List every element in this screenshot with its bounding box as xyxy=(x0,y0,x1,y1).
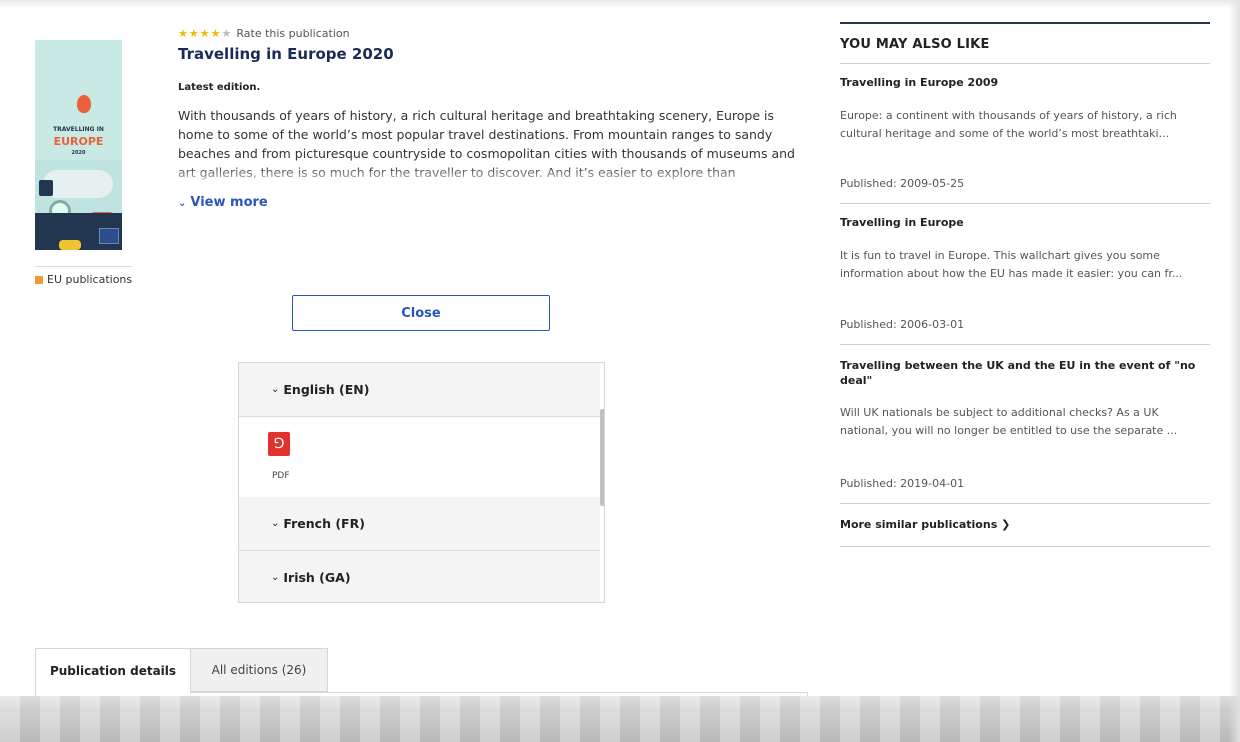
publication-page: TRAVELLING IN EUROPE 2020 EU publication… xyxy=(0,0,1240,742)
star-filled-icon[interactable]: ★ xyxy=(189,27,199,40)
star-filled-icon[interactable]: ★ xyxy=(178,27,188,40)
cloud-shape xyxy=(43,170,113,198)
pdf-icon[interactable]: ⅁ xyxy=(268,432,290,456)
format-label[interactable]: PDF xyxy=(272,471,290,481)
category-tag[interactable]: EU publications xyxy=(35,273,132,286)
tab-all-editions[interactable]: All editions (26) xyxy=(190,648,328,692)
category-label: EU publications xyxy=(47,273,133,286)
chevron-right-icon: ❯ xyxy=(1001,518,1011,531)
sidebar-divider xyxy=(840,63,1210,64)
rating[interactable]: ★ ★ ★ ★ ★ Rate this publication xyxy=(178,27,350,40)
related-item-date: Published: 2009-05-25 xyxy=(840,177,965,190)
suitcase-icon xyxy=(39,180,53,196)
publication-cover-image[interactable]: TRAVELLING IN EUROPE 2020 xyxy=(35,40,122,250)
page-title: Travelling in Europe 2020 xyxy=(178,45,394,63)
balloon-icon xyxy=(77,95,91,113)
edition-label: Latest edition. xyxy=(178,82,261,93)
related-item-title[interactable]: Travelling between the UK and the EU in … xyxy=(840,358,1210,388)
sidebar-divider xyxy=(840,503,1210,504)
language-label: French (FR) xyxy=(283,516,365,531)
tab-publication-details[interactable]: Publication details xyxy=(35,648,191,693)
language-item-en[interactable]: ⌄ English (EN) xyxy=(239,363,601,416)
star-filled-icon[interactable]: ★ xyxy=(211,27,221,40)
chevron-down-icon: ⌄ xyxy=(271,572,280,583)
cover-title-line2: EUROPE xyxy=(53,135,104,148)
star-filled-icon[interactable]: ★ xyxy=(200,27,210,40)
related-item-description: Europe: a continent with thousands of ye… xyxy=(840,109,1177,140)
star-empty-icon[interactable]: ★ xyxy=(222,27,232,40)
language-item-ga[interactable]: ⌄ Irish (GA) xyxy=(239,551,601,602)
chevron-down-icon: ⌄ xyxy=(178,198,187,209)
chevron-down-icon: ⌄ xyxy=(271,384,280,395)
more-similar-link[interactable]: More similar publications ❯ xyxy=(840,518,1010,531)
language-label: Irish (GA) xyxy=(283,570,351,585)
scrollbar-thumb[interactable] xyxy=(600,409,604,506)
top-edge-shadow xyxy=(0,0,1240,8)
view-more-label: View more xyxy=(190,195,268,210)
language-label: English (EN) xyxy=(283,382,370,397)
right-edge-shadow xyxy=(1228,0,1240,742)
language-item-fr[interactable]: ⌄ French (FR) xyxy=(239,497,601,550)
category-square-icon xyxy=(35,275,43,284)
sidebar-divider xyxy=(840,546,1210,547)
related-item-description: It is fun to travel in Europe. This wall… xyxy=(840,249,1183,280)
related-item-title[interactable]: Travelling in Europe xyxy=(840,215,1210,230)
cover-title-line1: TRAVELLING IN xyxy=(53,126,104,133)
bottom-blur-pattern xyxy=(0,696,1240,742)
related-item-date: Published: 2019-04-01 xyxy=(840,477,965,490)
related-item-date: Published: 2006-03-01 xyxy=(840,318,965,331)
eu-flag-icon xyxy=(99,228,119,244)
related-item-description: Will UK nationals be subject to addition… xyxy=(840,406,1178,437)
tab-bar-line xyxy=(190,692,808,693)
language-list-panel: ⌄ English (EN) ⅁ PDF ⌄ French (FR) ⌄ Iri… xyxy=(238,362,605,603)
left-divider xyxy=(35,266,132,267)
description-fade xyxy=(178,166,806,184)
close-button[interactable]: Close xyxy=(292,295,550,331)
more-similar-label: More similar publications xyxy=(840,518,998,531)
view-more-link[interactable]: ⌄ View more xyxy=(178,195,268,210)
chevron-down-icon: ⌄ xyxy=(271,518,280,529)
cover-year: 2020 xyxy=(71,150,86,156)
sidebar-heading: YOU MAY ALSO LIKE xyxy=(840,37,990,52)
rate-label[interactable]: Rate this publication xyxy=(236,27,349,40)
sidebar-divider xyxy=(840,203,1210,204)
sidebar-divider xyxy=(840,344,1210,345)
car-icon xyxy=(59,240,81,250)
related-item-title[interactable]: Travelling in Europe 2009 xyxy=(840,75,1210,90)
language-separator xyxy=(239,416,601,417)
sidebar-top-rule xyxy=(840,22,1210,24)
